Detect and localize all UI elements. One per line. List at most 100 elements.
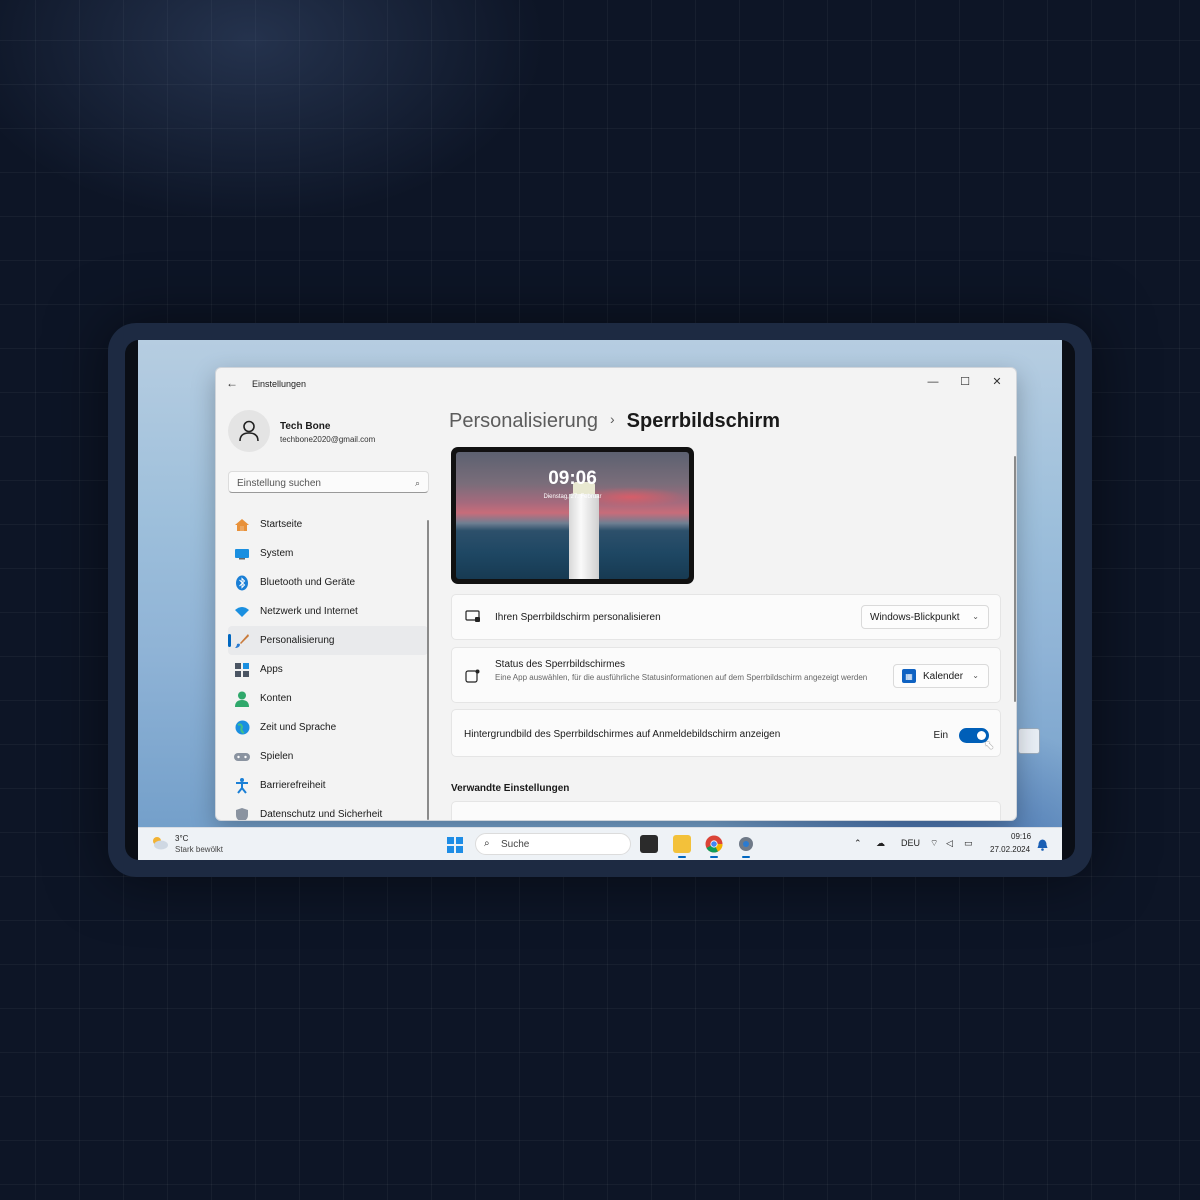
battery-icon[interactable]: ▭ — [964, 838, 973, 849]
card-title: Hintergrundbild des Sperrbildschirmes au… — [464, 729, 781, 740]
sidebar-item-network[interactable]: Netzwerk und Internet — [228, 597, 428, 626]
profile-email: techbone2020@gmail.com — [280, 435, 376, 444]
windows-logo-tile — [447, 837, 454, 844]
back-arrow-icon[interactable]: ← — [226, 376, 240, 390]
lighthouse-tower — [569, 494, 599, 579]
globe-icon — [234, 720, 250, 736]
taskbar: 3°C Stark bewölkt ⌕ Suche ⌃ ☁ DEU ⌔ ◁ ▭ … — [138, 827, 1062, 860]
sidebar-item-label: Barrierefreiheit — [260, 780, 326, 791]
sidebar-item-label: Personalisierung — [260, 635, 335, 646]
preview-time: 09:06 — [548, 468, 597, 489]
preview-date: Dienstag, 27. Februar — [543, 494, 602, 500]
settings-window: ← Einstellungen — ☐ ✕ Tech Bone techbone… — [215, 367, 1017, 821]
page-title: Sperrbildschirm — [626, 410, 781, 432]
dropdown-value: Windows-Blickpunkt — [870, 611, 960, 623]
sidebar-item-system[interactable]: System — [228, 539, 428, 568]
windows-logo-tile — [456, 846, 463, 853]
sidebar-item-konten[interactable]: Konten — [228, 684, 428, 713]
minimize-button[interactable]: — — [918, 372, 948, 392]
settings-search-input[interactable]: Einstellung suchen ⌕ — [228, 471, 429, 493]
personalize-lockscreen-card: Ihren Sperrbildschirm personalisieren Wi… — [451, 594, 1001, 640]
windows-logo-tile — [447, 846, 454, 853]
lockscreen-preview: 09:06 Dienstag, 27. Februar — [451, 447, 694, 584]
avatar — [228, 410, 270, 452]
sidebar-item-label: Konten — [260, 693, 292, 704]
taskbar-date[interactable]: 27.02.2024 — [990, 845, 1030, 854]
desktop-recycle-bin[interactable] — [1012, 728, 1046, 774]
bell-icon[interactable] — [1037, 838, 1048, 851]
onedrive-icon[interactable]: ☁ — [876, 838, 885, 849]
start-button[interactable] — [447, 837, 463, 853]
lockscreen-status-card: Status des Sperrbildschirmes Eine App au… — [451, 647, 1001, 703]
device-frame: ← Einstellungen — ☐ ✕ Tech Bone techbone… — [108, 323, 1092, 877]
device-bezel: ← Einstellungen — ☐ ✕ Tech Bone techbone… — [125, 340, 1075, 860]
card-subtitle: Eine App auswählen, für die ausführliche… — [495, 673, 868, 682]
personalize-dropdown[interactable]: Windows-Blickpunkt ⌄ — [861, 605, 989, 629]
title-bar: ← Einstellungen — ☐ ✕ — [216, 368, 1016, 400]
desktop-screen: ← Einstellungen — ☐ ✕ Tech Bone techbone… — [138, 340, 1062, 860]
search-icon: ⌕ — [484, 838, 490, 849]
sidebar-item-startseite[interactable]: Startseite — [228, 510, 428, 539]
main-scrollbar[interactable] — [1014, 456, 1016, 702]
search-placeholder: Einstellung suchen — [237, 478, 321, 489]
breadcrumb-parent[interactable]: Personalisierung — [449, 410, 598, 432]
settings-gear-icon[interactable] — [737, 835, 755, 858]
sidebar-item-spielen[interactable]: Spielen — [228, 742, 428, 771]
breadcrumb-separator: › — [609, 411, 615, 427]
user-icon — [239, 420, 259, 442]
brush-icon — [234, 633, 250, 649]
status-dropdown[interactable]: ▦ Kalender ⌄ — [893, 664, 989, 688]
related-settings-card[interactable] — [451, 801, 1001, 820]
language-indicator[interactable]: DEU — [901, 838, 920, 848]
account-icon — [234, 691, 250, 707]
related-settings-heading: Verwandte Einstellungen — [451, 783, 570, 794]
cloud-icon[interactable] — [151, 836, 169, 850]
taskbar-time[interactable]: 09:16 — [1011, 832, 1031, 841]
user-profile[interactable]: Tech Bone techbone2020@gmail.com — [228, 410, 428, 454]
lockscreen-monitor-icon — [465, 610, 481, 626]
chevron-up-icon[interactable]: ⌃ — [854, 838, 862, 849]
dropdown-value: Kalender — [923, 670, 964, 682]
sidebar-scrollbar[interactable] — [427, 520, 429, 820]
accessibility-icon — [234, 777, 250, 794]
sidebar-item-label: System — [260, 548, 294, 559]
window-title: Einstellungen — [252, 379, 307, 389]
card-title: Ihren Sperrbildschirm personalisieren — [495, 612, 661, 623]
card-title: Status des Sperrbildschirmes — [495, 659, 626, 670]
speaker-icon[interactable]: ◁ — [946, 838, 953, 849]
taskbar-search[interactable]: ⌕ Suche — [475, 833, 631, 855]
bluetooth-icon — [234, 575, 250, 591]
wifi-icon[interactable]: ⌔ — [930, 838, 938, 849]
chrome-icon[interactable] — [705, 835, 723, 858]
sidebar-item-label: Spielen — [260, 751, 294, 762]
sidebar-item-datenschutz[interactable]: Datenschutz und Sicherheit — [228, 800, 428, 820]
status-app-icon — [465, 668, 481, 684]
gamepad-icon — [234, 749, 250, 765]
sidebar-item-label: Zeit und Sprache — [260, 722, 337, 733]
chevron-down-icon: ⌄ — [972, 671, 979, 680]
sidebar-nav: Startseite System Bluetooth und Geräte N… — [228, 510, 428, 820]
system-icon — [234, 546, 250, 562]
sidebar-item-label: Datenschutz und Sicherheit — [260, 809, 383, 820]
lockscreen-preview-image: 09:06 Dienstag, 27. Februar — [456, 452, 689, 579]
sidebar-item-label: Netzwerk und Internet — [260, 606, 358, 617]
sidebar-item-bluetooth[interactable]: Bluetooth und Geräte — [228, 568, 428, 597]
sidebar-item-apps[interactable]: Apps — [228, 655, 428, 684]
breadcrumb: Personalisierung › Sperrbildschirm — [449, 410, 780, 433]
file-explorer-icon[interactable] — [673, 835, 691, 858]
windows-logo-tile — [456, 837, 463, 844]
apps-icon — [234, 662, 250, 678]
weather-temperature[interactable]: 3°C — [175, 834, 188, 843]
sidebar-item-personalisierung[interactable]: Personalisierung — [228, 626, 428, 655]
sidebar-item-barrierefreiheit[interactable]: Barrierefreiheit — [228, 771, 428, 800]
maximize-button[interactable]: ☐ — [950, 372, 980, 392]
sidebar-item-label: Bluetooth und Geräte — [260, 577, 356, 588]
task-view-icon[interactable] — [640, 835, 658, 853]
weather-description[interactable]: Stark bewölkt — [175, 845, 223, 854]
close-button[interactable]: ✕ — [982, 372, 1012, 392]
chevron-down-icon: ⌄ — [972, 612, 979, 621]
home-icon — [234, 517, 250, 533]
recycle-bin-icon — [1018, 728, 1040, 754]
sidebar-item-zeit[interactable]: Zeit und Sprache — [228, 713, 428, 742]
toggle-state-label: Ein — [933, 730, 948, 741]
